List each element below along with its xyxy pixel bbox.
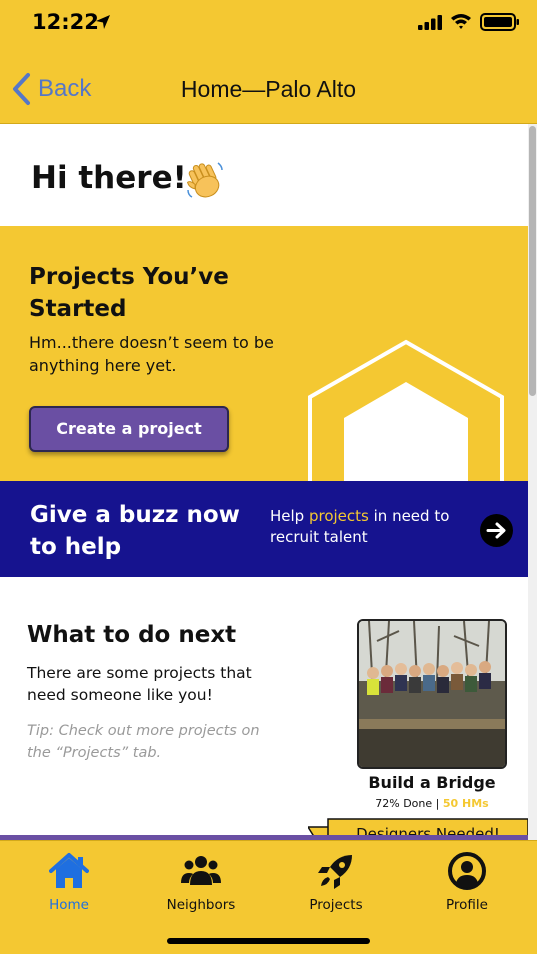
give-buzz-banner[interactable]: Give a buzz now to help Help projects in…: [0, 481, 528, 577]
rocket-icon: [318, 855, 352, 889]
empty-state-text: Hm...there doesn’t seem to be anything h…: [29, 333, 274, 375]
scrollbar-thumb[interactable]: [529, 126, 536, 396]
location-arrow-icon: [96, 15, 110, 29]
buzz-subtitle: Help projects in need to recruit talent: [270, 506, 480, 548]
tab-label: Projects: [309, 897, 363, 913]
wifi-icon: [451, 14, 471, 29]
tab-projects[interactable]: Projects: [276, 851, 396, 921]
tab-profile[interactable]: Profile: [407, 851, 527, 921]
next-title: What to do next: [27, 622, 237, 648]
home-feed[interactable]: Hi there! Projects You’ve Started Hm...t…: [0, 124, 528, 840]
progress-text: 72% Done: [375, 797, 433, 810]
next-tip: Tip: Check out more projects on the “Pro…: [27, 723, 260, 761]
tab-home[interactable]: Home: [9, 851, 129, 921]
hms-count: 50 HMs: [442, 797, 489, 810]
profile-icon: [448, 852, 486, 890]
greeting-section: Hi there!: [0, 124, 528, 226]
buzz-subtitle-start: Help: [270, 507, 309, 525]
stats-separator: |: [435, 797, 440, 810]
projects-link[interactable]: projects: [309, 507, 369, 525]
scrollbar[interactable]: [528, 124, 537, 840]
greeting-text: Hi there!: [31, 160, 187, 196]
projects-started-section: Projects You’ve Started Hm...there doesn…: [0, 226, 528, 481]
project-photo: [359, 621, 505, 767]
what-to-do-next-section: What to do next There are some projects …: [0, 577, 528, 840]
project-card-image[interactable]: [357, 619, 507, 769]
create-project-button[interactable]: Create a project: [29, 406, 229, 452]
tab-label: Profile: [446, 897, 488, 913]
signal-icon: [418, 15, 442, 30]
status-bar: 12:22: [0, 0, 537, 50]
projects-started-title: Projects You’ve Started: [29, 264, 229, 322]
home-indicator[interactable]: [167, 938, 370, 944]
waving-hand-icon: [186, 162, 223, 198]
next-description: There are some projects that need someon…: [27, 664, 252, 704]
project-stats: 72% Done | 50 HMs: [357, 797, 507, 810]
project-name[interactable]: Build a Bridge: [357, 773, 507, 792]
tab-label: Home: [49, 897, 89, 913]
page-title: Home—Palo Alto: [180, 76, 357, 102]
arrow-right-icon[interactable]: [480, 514, 513, 547]
hexagon-graphic: [308, 339, 504, 481]
status-time: 12:22: [32, 10, 99, 34]
tab-bar: Home Neighbors Projects Profile: [0, 840, 537, 954]
tab-neighbors[interactable]: Neighbors: [141, 851, 261, 921]
people-icon: [181, 856, 221, 885]
buzz-title: Give a buzz now to help: [30, 502, 240, 560]
battery-icon: [480, 13, 519, 31]
tab-label: Neighbors: [166, 897, 236, 913]
home-icon: [49, 853, 89, 888]
navigation-bar: Back Home—Palo Alto: [0, 50, 537, 124]
